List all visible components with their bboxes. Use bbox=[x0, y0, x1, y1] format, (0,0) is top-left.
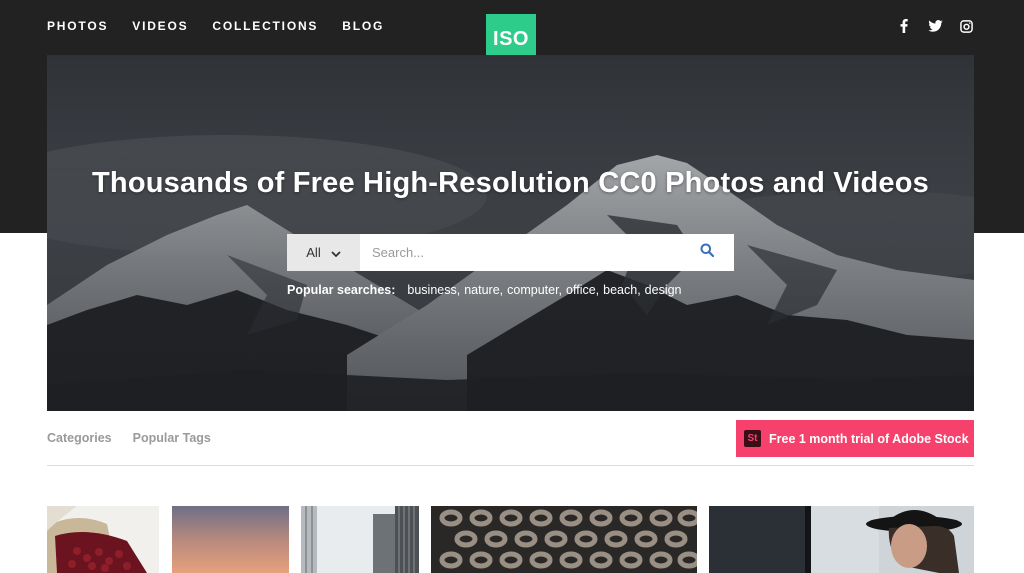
twitter-icon[interactable] bbox=[927, 18, 943, 34]
popular-term-computer[interactable]: computer, bbox=[507, 283, 562, 297]
popular-term-office[interactable]: office, bbox=[566, 283, 599, 297]
mountain-background-image bbox=[47, 55, 974, 411]
search-icon bbox=[700, 243, 715, 262]
nav-videos[interactable]: VIDEOS bbox=[132, 19, 188, 33]
coffee-beans-photo[interactable] bbox=[47, 506, 159, 573]
hero-title: Thousands of Free High-Resolution CC0 Ph… bbox=[91, 167, 930, 199]
sub-nav: Categories Popular Tags bbox=[47, 431, 211, 445]
tab-popular-tags[interactable]: Popular Tags bbox=[133, 431, 211, 445]
chevron-down-icon bbox=[331, 245, 341, 260]
facebook-icon[interactable] bbox=[896, 18, 912, 34]
promo-label: Free 1 month trial of Adobe Stock bbox=[769, 431, 969, 446]
category-dropdown[interactable]: All bbox=[287, 234, 360, 271]
tab-categories[interactable]: Categories bbox=[47, 431, 112, 445]
divider bbox=[47, 465, 974, 466]
woman-hat-photo[interactable] bbox=[709, 506, 974, 573]
social-links bbox=[896, 18, 974, 34]
popular-searches: Popular searches: business, nature, comp… bbox=[287, 283, 682, 297]
instagram-icon[interactable] bbox=[958, 18, 974, 34]
adobe-stock-icon: St bbox=[744, 430, 761, 447]
buildings-photo[interactable] bbox=[301, 506, 419, 573]
search-button[interactable] bbox=[680, 234, 734, 271]
chain-links-photo[interactable] bbox=[431, 506, 697, 573]
popular-term-business[interactable]: business, bbox=[407, 283, 460, 297]
main-nav: PHOTOS VIDEOS COLLECTIONS BLOG bbox=[47, 19, 384, 33]
popular-term-nature[interactable]: nature, bbox=[464, 283, 503, 297]
search-bar: All bbox=[287, 234, 734, 271]
nav-collections[interactable]: COLLECTIONS bbox=[212, 19, 318, 33]
hero-banner: Thousands of Free High-Resolution CC0 Ph… bbox=[47, 55, 974, 411]
popular-term-design[interactable]: design bbox=[645, 283, 682, 297]
nav-photos[interactable]: PHOTOS bbox=[47, 19, 108, 33]
sunset-sky-photo[interactable] bbox=[172, 506, 289, 573]
search-input[interactable] bbox=[360, 234, 680, 271]
nav-blog[interactable]: BLOG bbox=[342, 19, 384, 33]
popular-term-beach[interactable]: beach, bbox=[603, 283, 641, 297]
category-label: All bbox=[306, 245, 321, 260]
popular-searches-label: Popular searches: bbox=[287, 283, 396, 297]
adobe-stock-promo-button[interactable]: St Free 1 month trial of Adobe Stock bbox=[736, 420, 974, 457]
